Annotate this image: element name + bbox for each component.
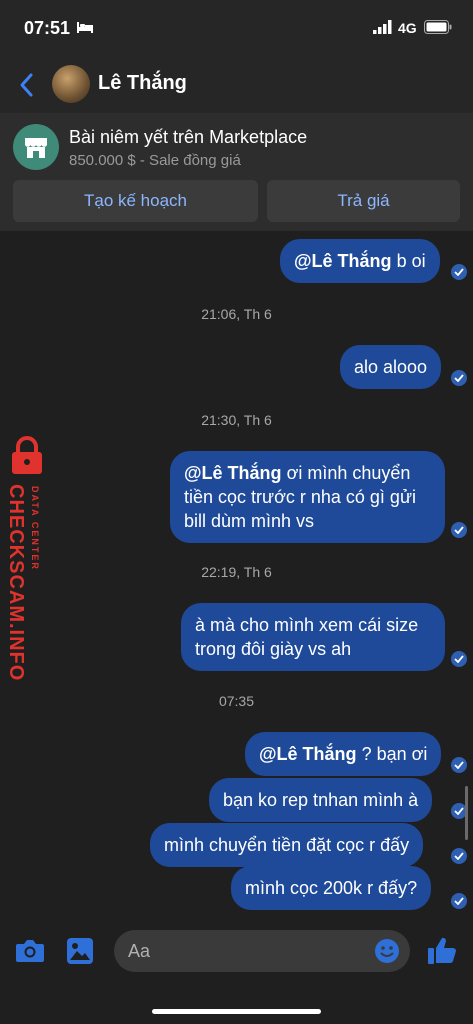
- seen-check-icon: [451, 264, 467, 280]
- status-time: 07:51: [24, 18, 71, 38]
- message-text: bill dùm mình vs: [184, 511, 315, 531]
- timestamp: 21:30, Th 6: [201, 412, 272, 428]
- message-text: alo alooo: [354, 357, 428, 377]
- seen-check-icon: [451, 893, 467, 909]
- message-text: trong đôi giày vs ah: [195, 639, 352, 659]
- message-composer: [0, 920, 473, 1024]
- timestamp: 22:19, Th 6: [201, 564, 272, 580]
- seen-check-icon: [451, 757, 467, 773]
- message-text: mình cọc 200k r đấy?: [245, 878, 418, 898]
- timestamp: 21:06, Th 6: [201, 306, 272, 322]
- timestamp: 07:35: [218, 693, 255, 709]
- camera-icon[interactable]: [15, 938, 45, 964]
- signal-icon: [373, 20, 392, 34]
- back-chevron-icon[interactable]: [18, 72, 36, 98]
- message-bubble[interactable]: @Lê Thắng ? bạn ơi: [245, 732, 442, 776]
- seen-check-icon: [451, 522, 467, 538]
- message-text: tiền cọc trước r nha có gì gửi: [184, 487, 416, 507]
- message-text: bạn ko rep tnhan mình à: [223, 790, 419, 810]
- conversation-header: Lê Thắng: [0, 58, 473, 113]
- mention: @Lê Thắng: [259, 744, 357, 764]
- listing-title[interactable]: Bài niêm yết trên Marketplace: [69, 127, 307, 148]
- message-text: b oi: [391, 251, 426, 271]
- message-bubble[interactable]: mình cọc 200k r đấy?: [231, 866, 432, 910]
- seen-check-icon: [451, 651, 467, 667]
- message-text: à mà cho mình xem cái size: [195, 615, 419, 635]
- mention: @Lê Thắng: [184, 463, 282, 483]
- message-bubble[interactable]: @Lê Thắng ơi mình chuyển tiền cọc trước …: [170, 451, 445, 543]
- contact-avatar[interactable]: [52, 65, 90, 103]
- watermark-brand: CHECKSCAM.INFO: [5, 484, 27, 682]
- marketplace-listing-card: Bài niêm yết trên Marketplace 850.000 $ …: [0, 113, 473, 231]
- emoji-icon[interactable]: [373, 937, 401, 965]
- home-indicator: [152, 1009, 321, 1014]
- sleep-bed-icon: [77, 22, 93, 33]
- thumbs-up-icon[interactable]: [426, 934, 458, 966]
- seen-check-icon: [451, 370, 467, 386]
- message-input[interactable]: [114, 930, 410, 972]
- seen-check-icon: [451, 848, 467, 864]
- message-text: ? bạn ơi: [356, 744, 428, 764]
- contact-name[interactable]: Lê Thắng: [98, 72, 187, 95]
- watermark-tagline: DATA CENTER: [30, 486, 40, 571]
- lock-icon: [12, 436, 42, 474]
- marketplace-shop-icon: [13, 124, 59, 170]
- listing-price: 850.000 $ - Sale đồng giá: [69, 152, 241, 169]
- message-bubble[interactable]: mình chuyển tiền đặt cọc r đấy: [150, 823, 424, 867]
- message-text: mình chuyển tiền đặt cọc r đấy: [164, 835, 410, 855]
- checkscam-watermark: CHECKSCAM.INFO DATA CENTER: [0, 436, 52, 681]
- message-text: ơi mình chuyển: [281, 463, 411, 483]
- message-bubble[interactable]: alo alooo: [340, 345, 442, 389]
- message-bubble[interactable]: bạn ko rep tnhan mình à: [209, 778, 433, 822]
- message-bubble[interactable]: @Lê Thắng b oi: [280, 239, 440, 283]
- status-bar: 07:51 4G: [0, 0, 473, 58]
- gallery-image-icon[interactable]: [66, 937, 94, 965]
- create-plan-button[interactable]: Tạo kế hoạch: [13, 180, 258, 222]
- make-offer-button[interactable]: Trả giá: [267, 180, 460, 222]
- network-type: 4G: [398, 20, 417, 36]
- mention: @Lê Thắng: [294, 251, 392, 271]
- scrollbar[interactable]: [465, 786, 468, 840]
- message-bubble[interactable]: à mà cho mình xem cái size trong đôi già…: [181, 603, 445, 671]
- battery-icon: [424, 20, 452, 34]
